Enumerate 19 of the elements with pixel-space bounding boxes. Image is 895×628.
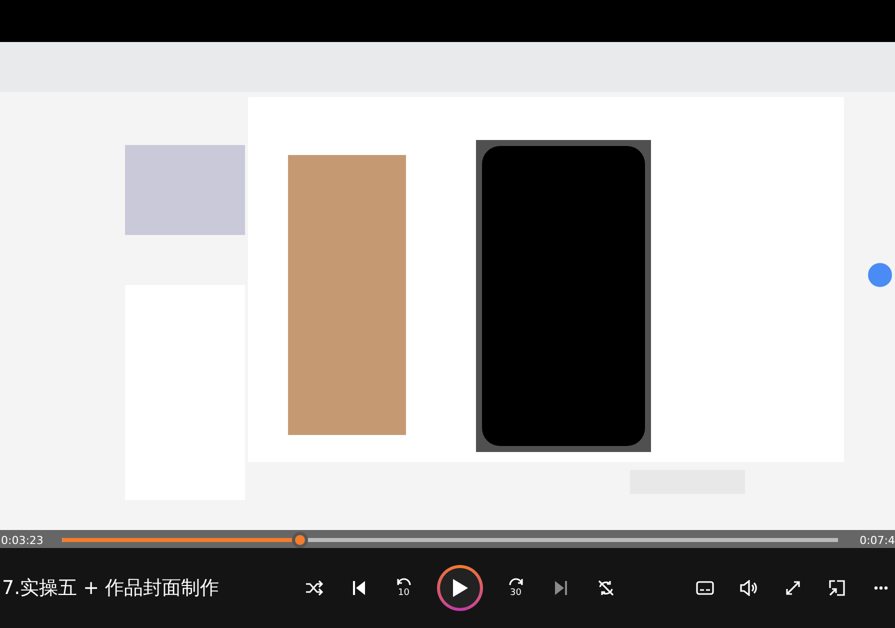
current-time: 0:03:23	[1, 533, 44, 549]
next-icon	[554, 580, 568, 596]
subtitles-icon	[696, 581, 714, 595]
fullscreen-icon	[785, 580, 801, 596]
mini-player-icon	[829, 580, 845, 596]
total-time: 0:07:4	[860, 533, 895, 549]
play-icon	[451, 578, 469, 598]
loop-off-icon	[597, 579, 615, 597]
video-title: 7.实操五 + 作品封面制作	[2, 576, 220, 601]
rewind-button[interactable]: 10	[392, 574, 416, 602]
rewind-icon	[395, 576, 413, 586]
previous-icon	[352, 580, 366, 596]
play-button[interactable]	[437, 565, 483, 611]
shuffle-icon	[305, 580, 323, 596]
forward-button[interactable]: 30	[504, 574, 528, 602]
volume-icon	[739, 580, 759, 596]
more-icon	[874, 586, 888, 590]
forward-icon	[507, 576, 525, 586]
progress-handle[interactable]	[292, 532, 308, 548]
